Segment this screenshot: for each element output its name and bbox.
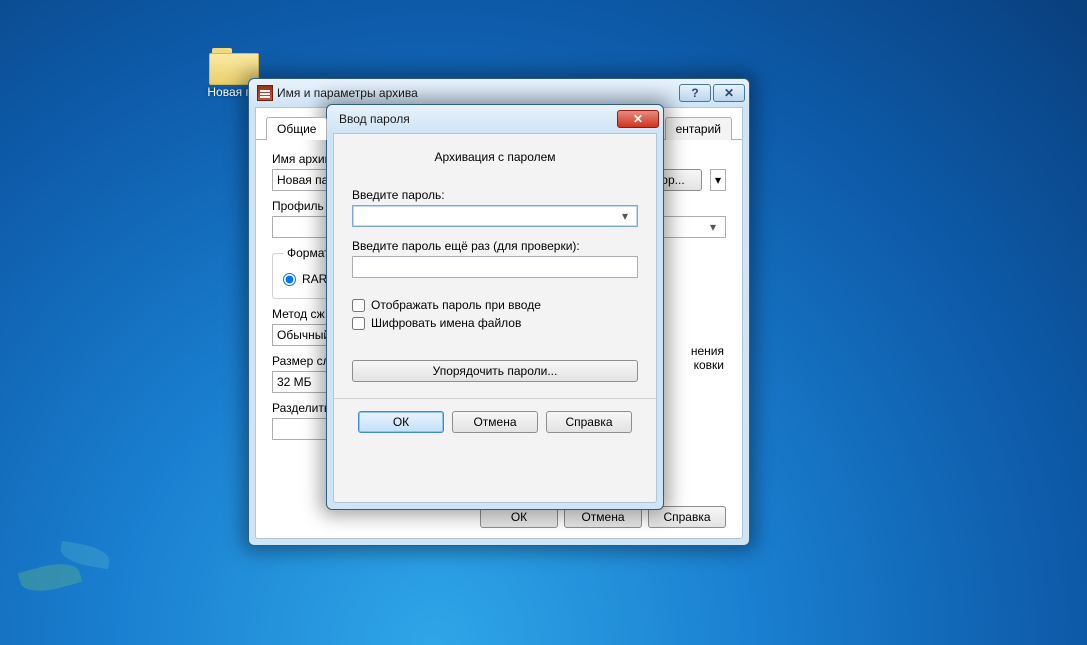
pass-heading: Архивация с паролем	[352, 150, 638, 164]
encrypt-names-checkbox[interactable]: Шифровать имена файлов	[352, 316, 638, 330]
separator	[334, 398, 656, 399]
pass-titlebar[interactable]: Ввод пароля ✕	[327, 105, 663, 133]
tab-general[interactable]: Общие	[266, 117, 327, 140]
password-window: Ввод пароля ✕ Архивация с паролем Введит…	[326, 104, 664, 510]
radio-input[interactable]	[283, 273, 296, 286]
chevron-down-icon: ▾	[617, 209, 633, 223]
pass-cancel-button[interactable]: Отмена	[452, 411, 538, 433]
help-button[interactable]: ?	[679, 84, 711, 102]
decor-leaves	[20, 545, 140, 615]
chevron-down-icon: ▾	[705, 220, 721, 234]
format-rar-radio[interactable]: RAR	[283, 272, 327, 286]
enter-password-label: Введите пароль:	[352, 188, 638, 202]
pass-ok-button[interactable]: ОК	[358, 411, 444, 433]
show-password-checkbox[interactable]: Отображать пароль при вводе	[352, 298, 638, 312]
app-icon	[257, 85, 273, 101]
archive-name-dropdown[interactable]: ▾	[710, 169, 726, 191]
reenter-password-label: Введите пароль ещё раз (для проверки):	[352, 239, 638, 253]
main-window-title: Имя и параметры архива	[277, 86, 679, 100]
checkbox-input[interactable]	[352, 299, 365, 312]
tab-comment[interactable]: ентарий	[665, 117, 732, 140]
main-titlebar[interactable]: Имя и параметры архива ? ✕	[249, 79, 749, 107]
pass-help-button[interactable]: Справка	[546, 411, 632, 433]
folder-icon	[209, 45, 257, 81]
close-button[interactable]: ✕	[713, 84, 745, 102]
pass-window-title: Ввод пароля	[339, 112, 617, 126]
pass-close-button[interactable]: ✕	[617, 110, 659, 128]
password-confirm-input[interactable]	[352, 256, 638, 278]
password-input[interactable]: ▾	[352, 205, 638, 227]
checkbox-input[interactable]	[352, 317, 365, 330]
organize-passwords-button[interactable]: Упорядочить пароли...	[352, 360, 638, 382]
